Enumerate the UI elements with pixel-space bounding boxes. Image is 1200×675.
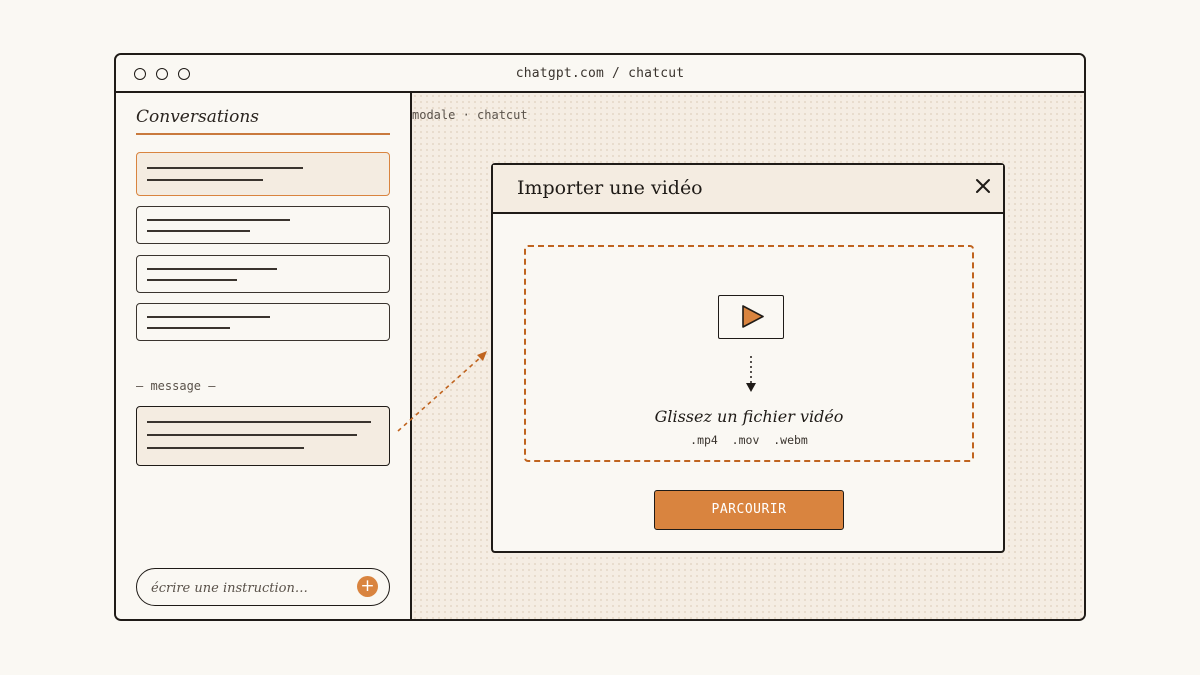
close-icon[interactable] bbox=[973, 176, 993, 196]
instruction-input[interactable] bbox=[149, 577, 353, 599]
video-play-icon bbox=[718, 295, 784, 339]
placeholder-line bbox=[147, 279, 237, 281]
import-video-modal: Importer une vidéo Glissez un fichier vi… bbox=[491, 163, 1005, 553]
dropzone-title: Glissez un fichier vidéo bbox=[654, 407, 844, 426]
conversation-item[interactable] bbox=[136, 255, 390, 293]
placeholder-line bbox=[147, 421, 371, 423]
placeholder-line bbox=[147, 316, 270, 318]
instruction-input-container: + bbox=[136, 568, 390, 606]
modal-title: Importer une vidéo bbox=[517, 177, 703, 199]
placeholder-line bbox=[147, 219, 290, 221]
conversation-item[interactable] bbox=[136, 206, 390, 244]
modal-header: Importer une vidéo bbox=[493, 165, 1003, 214]
title-bar: chatgpt.com / chatcut bbox=[116, 55, 1084, 93]
placeholder-line bbox=[147, 434, 357, 436]
placeholder-line bbox=[147, 327, 230, 329]
sidebar: Conversations — message — + bbox=[116, 93, 412, 619]
browse-button[interactable]: PARCOURIR bbox=[654, 490, 844, 530]
arrow-down-icon bbox=[746, 356, 756, 392]
message-bubble[interactable] bbox=[136, 406, 390, 466]
play-triangle-icon bbox=[742, 305, 764, 328]
plus-icon[interactable]: + bbox=[357, 576, 378, 597]
placeholder-line bbox=[147, 268, 277, 270]
placeholder-line bbox=[147, 447, 304, 449]
video-dropzone[interactable]: Glissez un fichier vidéo .mp4 .mov .webm bbox=[524, 245, 974, 462]
placeholder-line bbox=[147, 230, 250, 232]
sidebar-title: Conversations bbox=[136, 107, 390, 135]
url-bar[interactable]: chatgpt.com / chatcut bbox=[116, 66, 1084, 81]
placeholder-line bbox=[147, 167, 303, 169]
browser-window: chatgpt.com / chatcut Conversations — me… bbox=[114, 53, 1086, 621]
accepted-formats: .mp4 .mov .webm bbox=[690, 433, 808, 447]
modal-canvas: modale · chatcut Importer une vidéo Glis… bbox=[412, 93, 1084, 619]
placeholder-line bbox=[147, 179, 263, 181]
conversation-item[interactable] bbox=[136, 303, 390, 341]
conversation-item-active[interactable] bbox=[136, 152, 390, 196]
message-label: — message — bbox=[136, 379, 216, 393]
canvas-label: modale · chatcut bbox=[412, 108, 528, 122]
